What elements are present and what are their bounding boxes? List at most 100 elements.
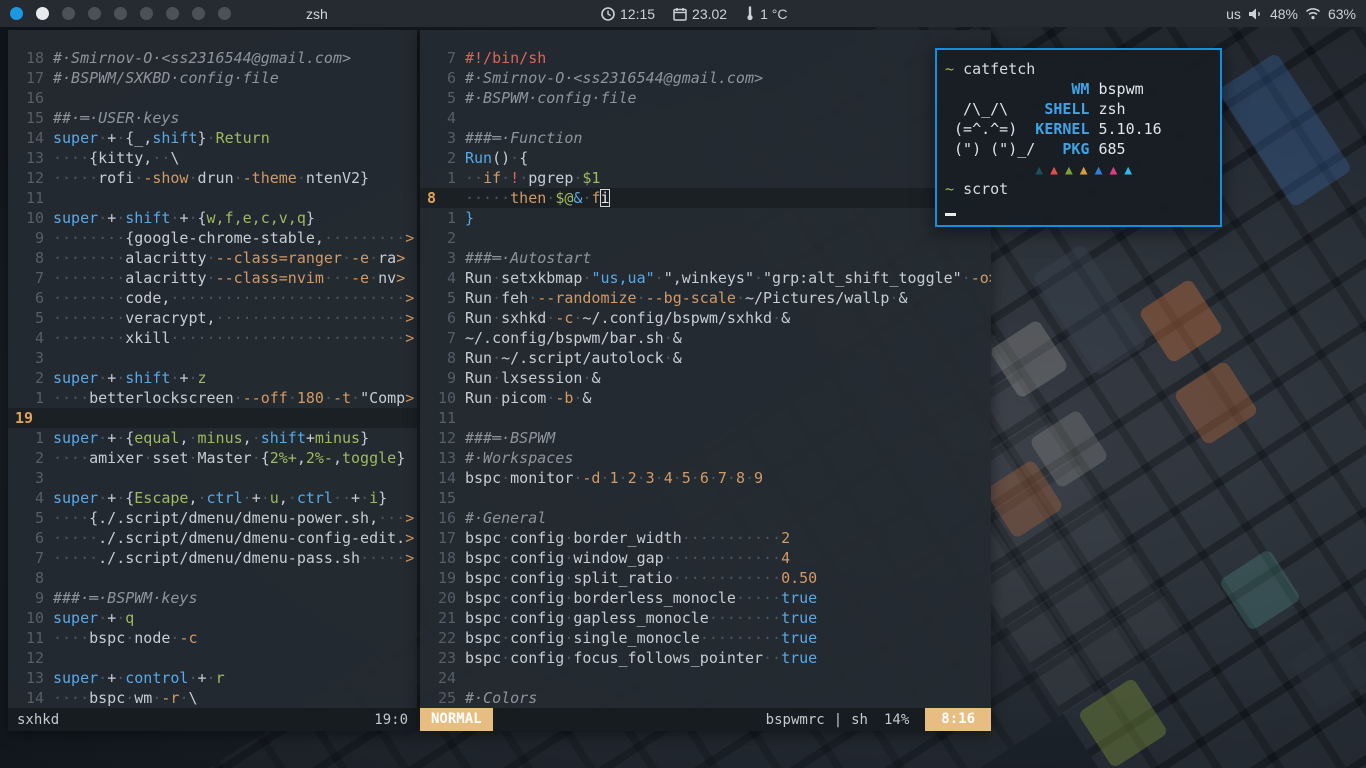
code-line: 8Run·~/.script/autolock·& [420,348,991,368]
code-line: 24 [420,668,991,688]
line-number: 17 [420,528,456,548]
code-line: 17#·BSPWM/SXKBD·config·file [8,68,417,88]
code-line: 4super·+·{Escape,·ctrl·+·u,·ctrl··+·i} [8,488,417,508]
keyboard-layout[interactable]: us [1226,6,1241,22]
line-number: 20 [420,588,456,608]
line-number: 13 [420,448,456,468]
editor-right-statusline: NORMAL bspwmrc | sh 14% 8:16 [420,708,991,731]
code-line: 14bspc·monitor·-d·1·2·3·4·5·6·7·8·9 [420,468,991,488]
line-number: 7 [420,48,456,68]
prompt-symbol: ~ [945,60,954,78]
statusline-filename: bspwmrc [766,712,825,728]
line-number: 18 [8,48,44,68]
workspace-dot-empty[interactable] [218,7,231,20]
line-number: 8 [420,348,456,368]
line-number: 1 [420,208,456,228]
line-number: 3 [420,128,456,148]
catfetch-row: (=^.^=)KERNEL 5.10.16 [945,119,1220,139]
color-triangle: ▲ [1080,163,1088,178]
line-number: 7 [8,548,44,568]
bar-center-group: 12:15 23.02 1 °C [601,6,799,22]
code-line: 8 [8,568,417,588]
code-line: 18bspc·config·window_gap·············4 [420,548,991,568]
workspace-dot-empty[interactable] [192,7,205,20]
line-number: 9 [8,228,44,248]
line-number: 1 [420,168,456,188]
line-number: 5 [8,308,44,328]
code-line: 10super·+·q [8,608,417,628]
code-line: 6·····./.script/dmenu/dmenu-config-edit.… [8,528,417,548]
workspace-dot-empty[interactable] [88,7,101,20]
editor-right-window[interactable]: 7#!/bin/sh6#·Smirnov-O·<ss2316544@gmail.… [420,30,991,731]
statusline-percent: 14% [868,712,925,728]
catfetch-row: /\_/\SHELL zsh [945,99,1220,119]
code-line: 3 [8,468,417,488]
line-number: 2 [8,368,44,388]
editor-left-statusline: sxhkd 19:0 [8,708,417,731]
code-line: 12 [8,648,417,668]
terminal-cursor [945,213,956,216]
code-line: 21bspc·config·gapless_monocle········tru… [420,608,991,628]
editor-right-buffer[interactable]: 7#!/bin/sh6#·Smirnov-O·<ss2316544@gmail.… [420,30,991,708]
code-line: 5Run·feh·--randomize·--bg-scale·~/Pictur… [420,288,991,308]
volume-icon[interactable] [1248,7,1263,21]
workspace-indicator [10,7,231,20]
code-line: 5#·BSPWM·config·file [420,88,991,108]
workspace-dot-empty[interactable] [114,7,127,20]
line-number: 10 [8,208,44,228]
code-line: 17bspc·config·border_width···········2 [420,528,991,548]
code-line: 7~/.config/bspwm/bar.sh·& [420,328,991,348]
workspace-dot-active[interactable] [10,7,23,20]
line-number: 25 [420,688,456,708]
line-number: 6 [420,308,456,328]
workspace-dot-empty[interactable] [140,7,153,20]
workspace-dot-occupied[interactable] [36,7,49,20]
catfetch-color-triangles: ▲▲▲▲▲▲▲ [945,159,1220,179]
code-line: 16#·General [420,508,991,528]
color-triangle: ▲ [1109,163,1117,178]
code-line: 23bspc·config·focus_follows_pointer··tru… [420,648,991,668]
window-title: zsh [306,6,328,22]
editor-left-buffer[interactable]: 18#·Smirnov-O·<ss2316544@gmail.com>17#·B… [8,30,417,708]
workspace-dot-empty[interactable] [62,7,75,20]
color-triangle: ▲ [1095,163,1103,178]
line-number: 4 [8,328,44,348]
code-line: 3###═·Autostart [420,248,991,268]
line-number: 12 [420,428,456,448]
code-line: 1····betterlockscreen·--off·180·-t·"Comp… [8,388,417,408]
floating-terminal[interactable]: ~ catfetch WM bspwm /\_/\SHELL zsh (=^.^… [935,48,1222,227]
line-number: 8 [8,568,44,588]
statusline-time: 8:16 [925,708,991,731]
workspace-dot-empty[interactable] [166,7,179,20]
code-line: 15 [420,488,991,508]
code-line: 25#·Colors [420,688,991,708]
code-line: 16 [8,88,417,108]
code-line: 9Run·lxsession·& [420,368,991,388]
code-line: 11 [420,408,991,428]
command-scrot: scrot [963,180,1008,198]
code-line: 3 [8,348,417,368]
line-number: 22 [420,628,456,648]
editor-left-window[interactable]: 18#·Smirnov-O·<ss2316544@gmail.com>17#·B… [8,30,417,731]
wifi-icon[interactable] [1305,7,1321,20]
line-number: 5 [8,508,44,528]
line-number: 9 [8,588,44,608]
code-line: 8·····then·$@&·fi [420,188,991,208]
network-level: 63% [1328,6,1356,22]
line-number: 23 [420,648,456,668]
code-line: 4Run·setxkbmap·"us,ua"·",winkeys"·"grp:a… [420,268,991,288]
line-number: 1 [8,388,44,408]
code-line: 1··if·!·pgrep·$1 [420,168,991,188]
catfetch-row: (") (")_/PKG 685 [945,139,1220,159]
code-line: 20bspc·config·borderless_monocle·····tru… [420,588,991,608]
line-number: 21 [420,608,456,628]
calendar-icon [673,7,687,21]
code-line: 15##·═·USER·keys [8,108,417,128]
line-number: 6 [420,68,456,88]
code-line: 1super·+·{equal,·minus,·shift+minus} [8,428,417,448]
line-number: 14 [420,468,456,488]
code-line: 1} [420,208,991,228]
line-number: 14 [8,688,44,708]
line-number: 16 [420,508,456,528]
code-line: 13#·Workspaces [420,448,991,468]
